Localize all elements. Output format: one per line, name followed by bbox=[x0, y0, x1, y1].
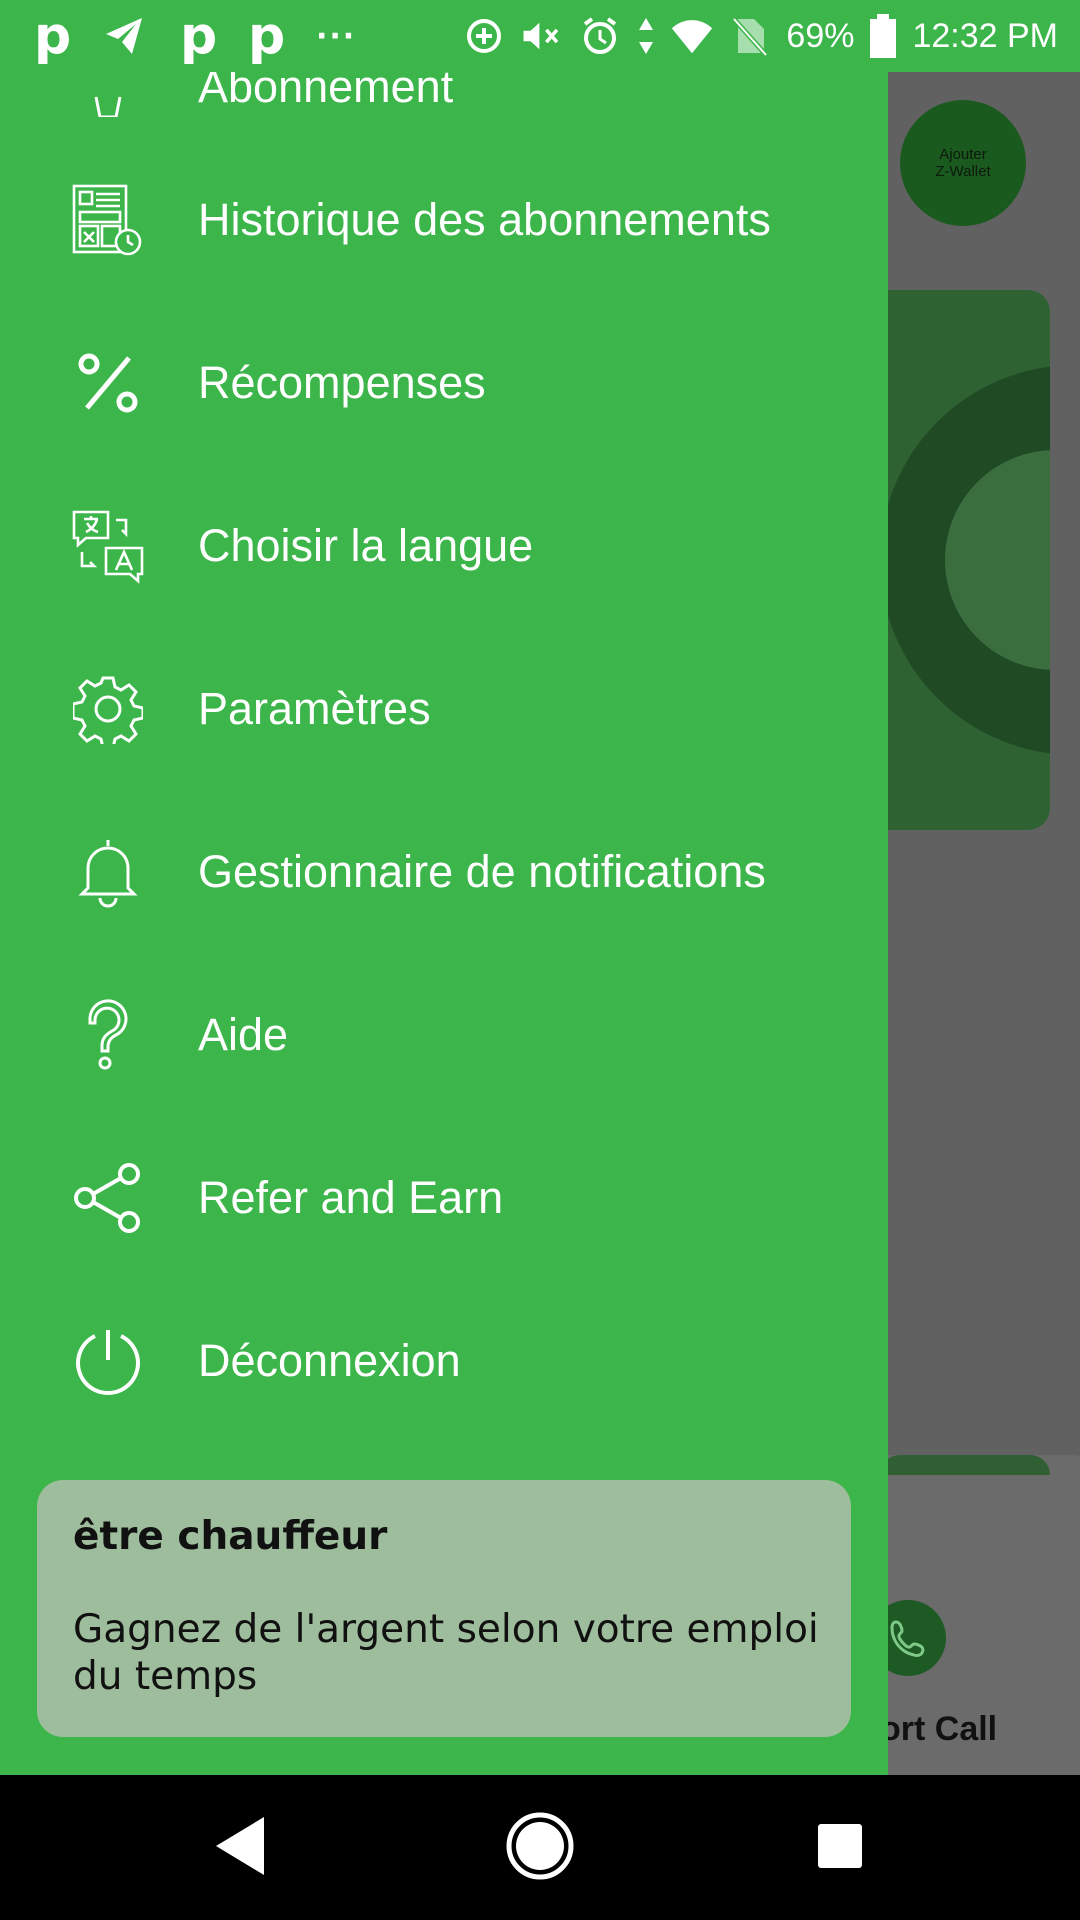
system-navigation-bar bbox=[0, 1775, 1080, 1920]
language-icon bbox=[70, 508, 146, 584]
telegram-icon bbox=[102, 14, 146, 58]
mute-icon bbox=[520, 14, 564, 58]
drawer-item-parametres[interactable]: Paramètres bbox=[0, 634, 888, 784]
question-icon bbox=[70, 997, 146, 1073]
percent-icon bbox=[70, 345, 146, 421]
wallet-label-line2: Z-Wallet bbox=[935, 163, 991, 180]
no-sim-icon bbox=[728, 14, 772, 58]
drawer-item-label: Choisir la langue bbox=[198, 520, 534, 571]
drawer-item-deconnexion[interactable]: Déconnexion bbox=[0, 1286, 888, 1436]
p-app-icon: p bbox=[180, 6, 218, 66]
battery-percent: 69% bbox=[786, 16, 855, 55]
data-saver-icon bbox=[462, 14, 506, 58]
drawer-item-label: Gestionnaire de notifications bbox=[198, 846, 766, 897]
drawer-item-choisir-langue[interactable]: Choisir la langue bbox=[0, 471, 888, 621]
drawer-item-historique-abonnements[interactable]: Historique des abonnements bbox=[0, 145, 888, 295]
recents-button[interactable] bbox=[770, 1775, 910, 1920]
add-zwallet-button[interactable]: Ajouter Z-Wallet bbox=[900, 100, 1026, 226]
power-icon bbox=[70, 1323, 146, 1399]
subscription-history-icon bbox=[70, 182, 146, 258]
navigation-drawer: Abonnement Historique des abonnements Ré… bbox=[0, 72, 888, 1775]
driver-card-description: Gagnez de l'argent selon votre emploi du… bbox=[73, 1607, 819, 1699]
more-dots-icon: ··· bbox=[316, 18, 357, 54]
drawer-item-recompenses[interactable]: Récompenses bbox=[0, 308, 888, 458]
drawer-item-refer-earn[interactable]: Refer and Earn bbox=[0, 1123, 888, 1273]
drawer-item-label: Paramètres bbox=[198, 683, 431, 734]
drawer-item-label: Aide bbox=[198, 1009, 289, 1060]
drawer-item-aide[interactable]: Aide bbox=[0, 960, 888, 1110]
battery-icon bbox=[868, 14, 898, 58]
wallet-label-line1: Ajouter bbox=[939, 146, 987, 163]
gear-icon bbox=[70, 671, 146, 747]
driver-card-title: être chauffeur bbox=[73, 1514, 388, 1559]
bottom-sheet-handle bbox=[880, 1455, 1050, 1475]
back-button[interactable] bbox=[170, 1775, 310, 1920]
home-icon bbox=[505, 1811, 575, 1885]
share-icon bbox=[70, 1160, 146, 1236]
drawer-item-label: Refer and Earn bbox=[198, 1172, 504, 1223]
p-app-icon: p bbox=[248, 6, 286, 66]
alarm-icon bbox=[578, 14, 622, 58]
drawer-item-label: Récompenses bbox=[198, 357, 486, 408]
drawer-item-gestionnaire-notifications[interactable]: Gestionnaire de notifications bbox=[0, 797, 888, 947]
p-app-icon: p bbox=[34, 6, 72, 66]
drawer-item-label: Abonnement bbox=[198, 72, 454, 112]
bell-icon bbox=[70, 834, 146, 910]
notification-icons: p p p ··· bbox=[34, 0, 356, 72]
wifi-icon bbox=[670, 14, 714, 58]
system-icons: 69% 12:32 PM bbox=[462, 0, 1058, 72]
subscription-icon bbox=[70, 72, 146, 125]
data-arrows-icon bbox=[636, 14, 656, 58]
back-icon bbox=[212, 1815, 268, 1881]
clock: 12:32 PM bbox=[912, 16, 1058, 55]
drawer-item-label: Historique des abonnements bbox=[198, 194, 771, 245]
support-call-label: ort Call bbox=[880, 1710, 998, 1748]
recents-icon bbox=[816, 1822, 864, 1874]
become-driver-card[interactable]: être chauffeur Gagnez de l'argent selon … bbox=[37, 1480, 851, 1737]
home-button[interactable] bbox=[470, 1775, 610, 1920]
drawer-item-label: Déconnexion bbox=[198, 1335, 461, 1386]
status-bar: p p p ··· 69% 12:32 PM bbox=[0, 0, 1080, 72]
